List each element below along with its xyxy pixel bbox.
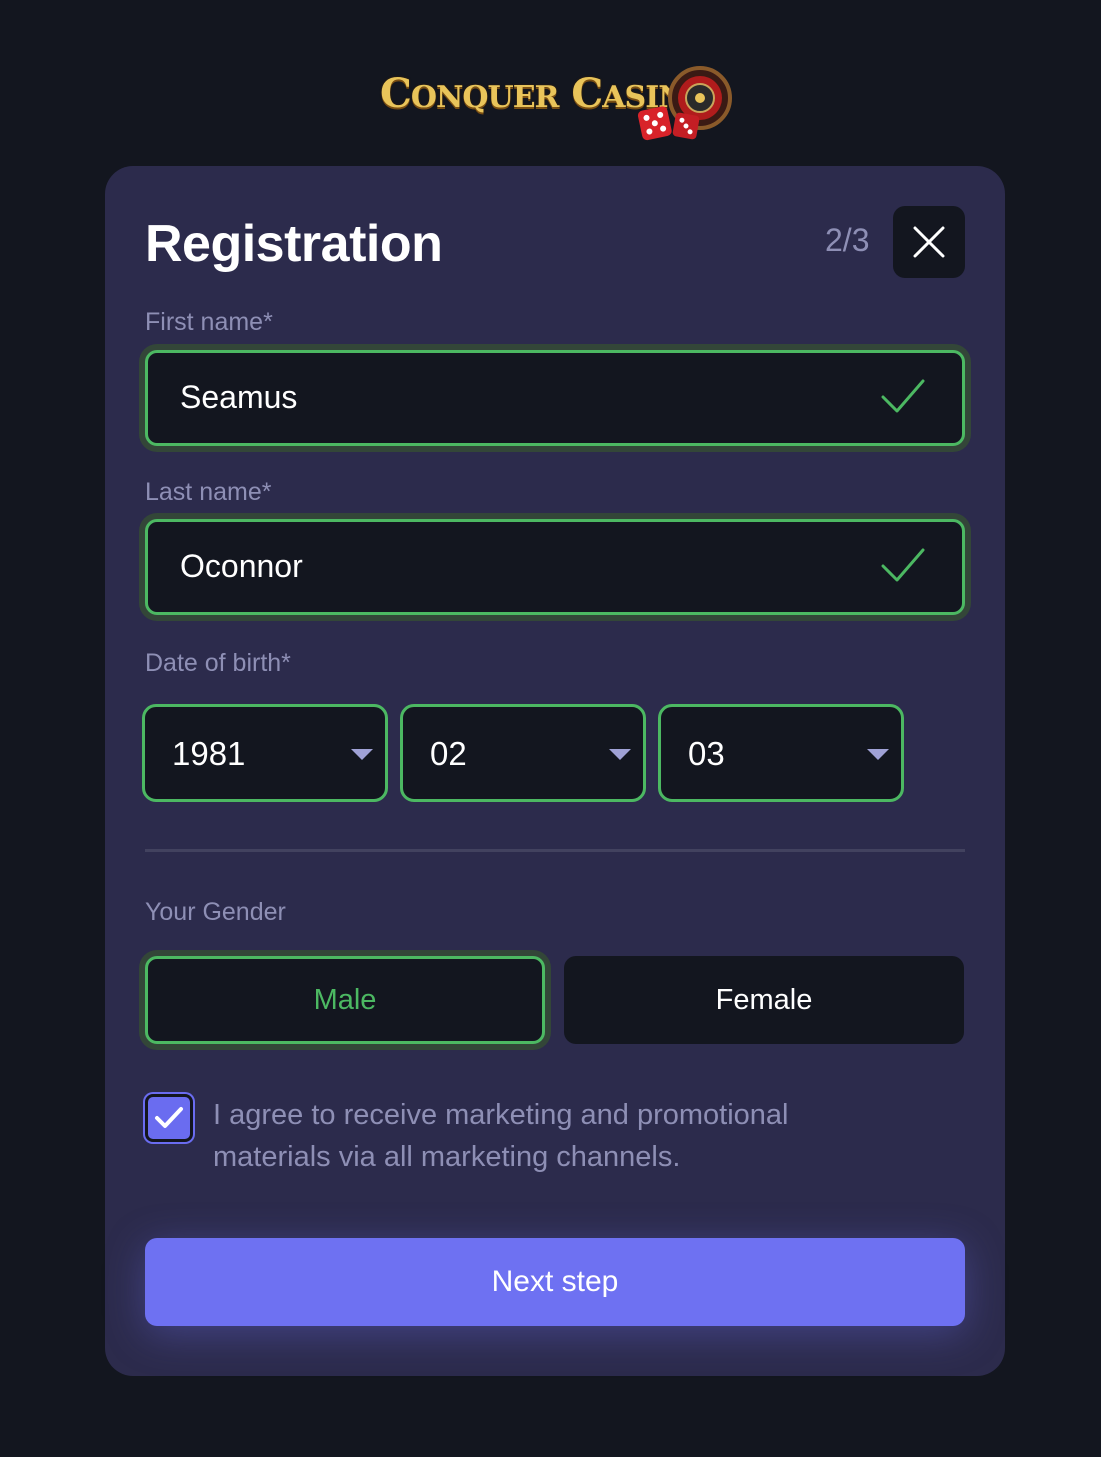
marketing-consent-checkbox[interactable]: [145, 1094, 193, 1142]
chevron-down-icon: [867, 749, 889, 760]
last-name-value: Oconnor: [180, 548, 303, 584]
check-icon: [881, 379, 925, 413]
dob-label: Date of birth*: [145, 649, 291, 677]
dob-day-select[interactable]: 03: [658, 704, 904, 802]
marketing-consent-text: I agree to receive marketing and promoti…: [213, 1099, 789, 1173]
next-step-button[interactable]: Next step: [145, 1238, 965, 1326]
check-icon: [881, 548, 925, 582]
divider: [145, 849, 965, 852]
first-name-field[interactable]: Seamus: [145, 350, 965, 446]
first-name-label: First name*: [145, 308, 273, 336]
last-name-field[interactable]: Oconnor: [145, 519, 965, 615]
gender-label: Your Gender: [145, 898, 286, 926]
chevron-down-icon: [609, 749, 631, 760]
checkbox-check-icon: [155, 1107, 183, 1128]
gender-female-button[interactable]: Female: [564, 956, 964, 1044]
roulette-dice-icon: [637, 66, 732, 141]
dob-year-value: 1981: [172, 735, 246, 772]
chevron-down-icon: [351, 749, 373, 760]
page-title: Registration: [145, 215, 443, 273]
dob-day-value: 03: [688, 735, 725, 772]
close-button[interactable]: [893, 206, 965, 278]
close-icon: [913, 226, 945, 258]
last-name-label: Last name*: [145, 478, 272, 506]
dob-month-select[interactable]: 02: [400, 704, 646, 802]
registration-card: Registration 2/3 First name* Seamus Last…: [105, 166, 1005, 1376]
first-name-value: Seamus: [180, 379, 298, 415]
step-indicator: 2/3: [825, 222, 870, 258]
dob-month-value: 02: [430, 735, 467, 772]
casino-logo: CONQUER CASIN: [378, 62, 738, 148]
gender-male-button[interactable]: Male: [145, 956, 545, 1044]
dob-year-select[interactable]: 1981: [142, 704, 388, 802]
